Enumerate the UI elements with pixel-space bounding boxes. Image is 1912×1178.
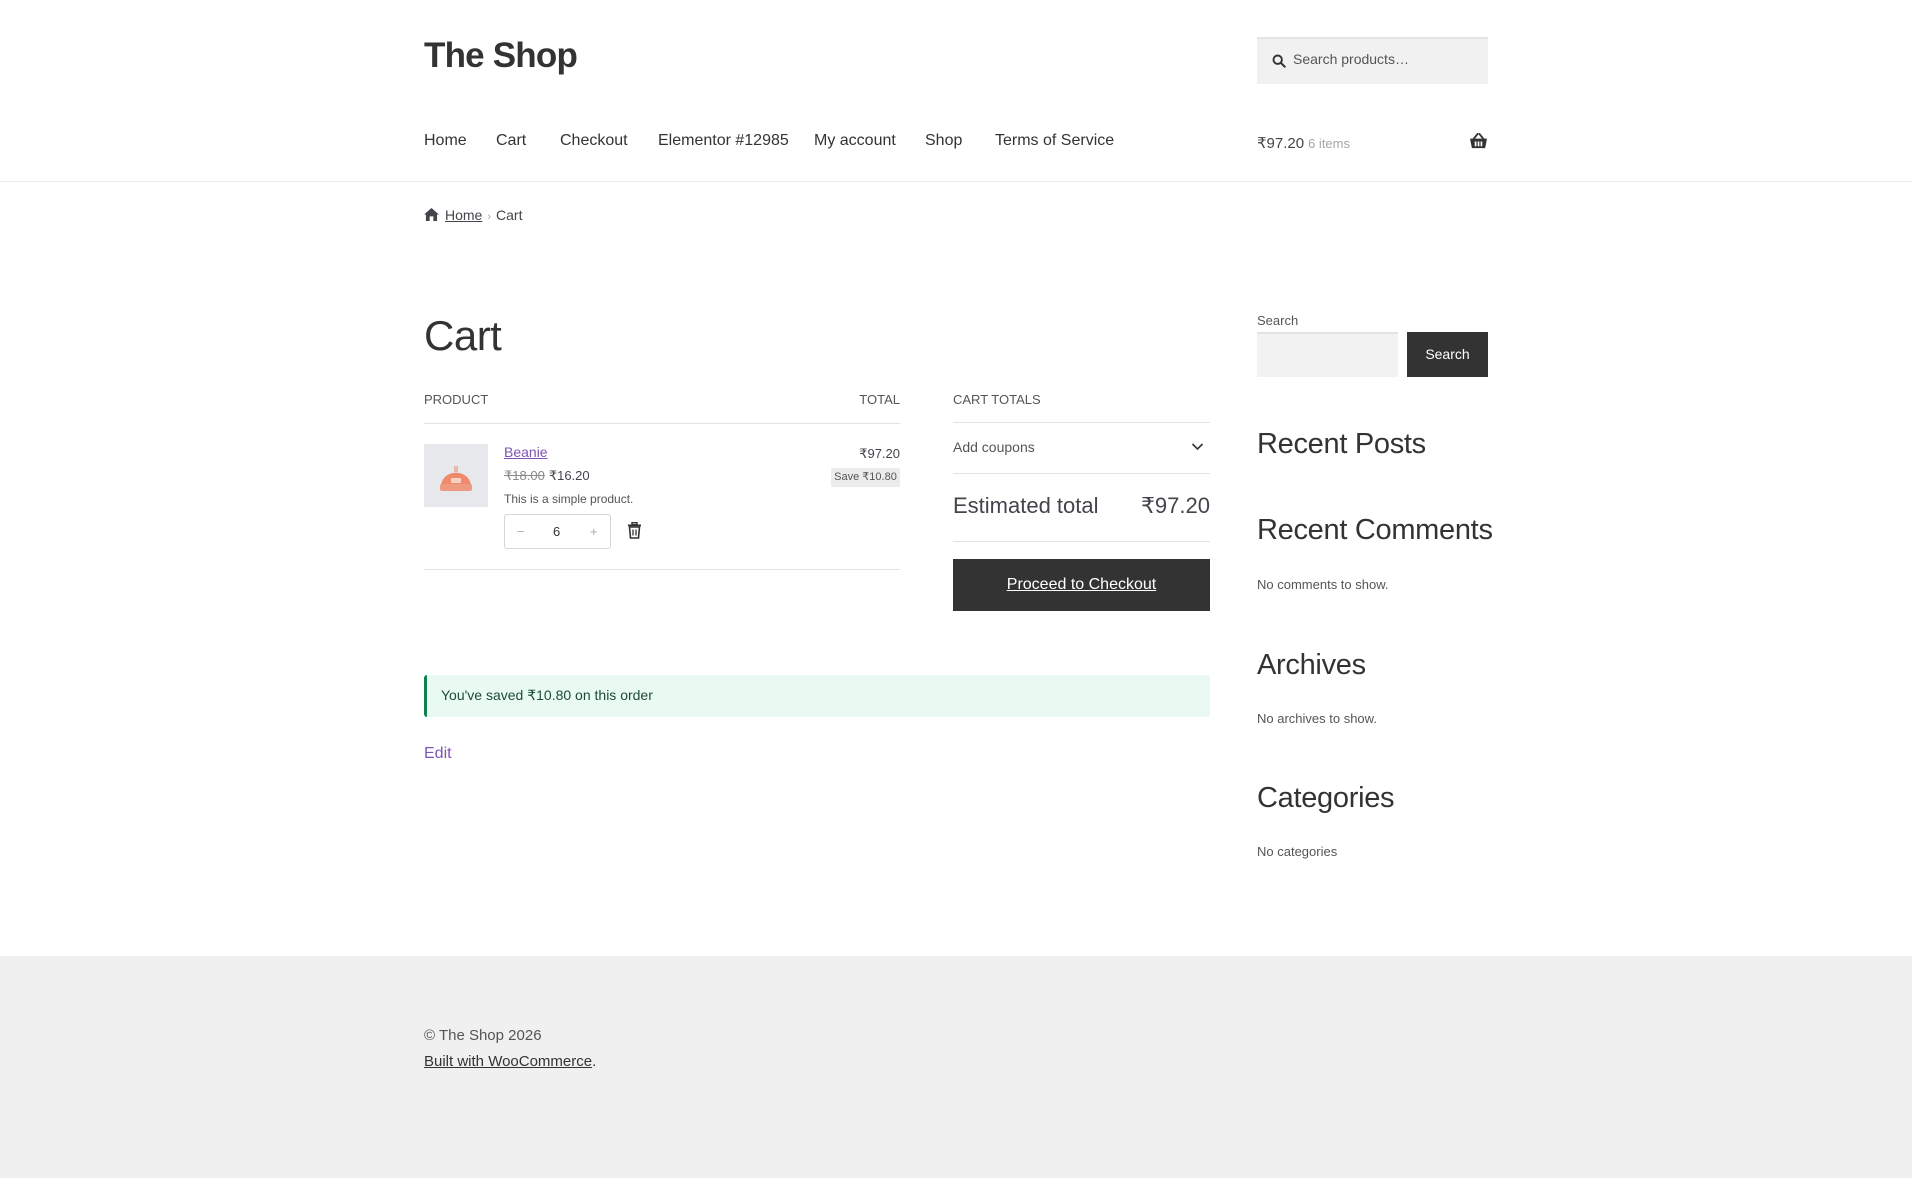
search-icon <box>1272 54 1286 68</box>
header-divider <box>0 181 1912 182</box>
search-placeholder: Search products… <box>1293 51 1409 67</box>
recent-comments-text: No comments to show. <box>1257 577 1389 592</box>
archives-text: No archives to show. <box>1257 711 1377 726</box>
product-search-input[interactable]: Search products… <box>1257 37 1488 84</box>
recent-comments-heading: Recent Comments <box>1257 514 1493 546</box>
breadcrumb-home[interactable]: Home <box>445 207 482 223</box>
sale-price: ₹16.20 <box>548 468 590 483</box>
copyright: © The Shop 2026 <box>424 1027 542 1044</box>
savings-notice: You've saved ₹10.80 on this order <box>424 675 1210 717</box>
archives-heading: Archives <box>1257 649 1366 681</box>
site-footer <box>0 956 1912 1178</box>
nav-home[interactable]: Home <box>424 132 467 150</box>
save-badge: Save ₹10.80 <box>831 468 900 487</box>
mini-cart[interactable]: ₹97.20 6 items <box>1257 134 1350 152</box>
estimated-total-value: ₹97.20 <box>1140 493 1210 518</box>
estimated-total-label: Estimated total <box>953 493 1099 518</box>
categories-text: No categories <box>1257 844 1338 859</box>
edit-link[interactable]: Edit <box>424 745 452 763</box>
proceed-to-checkout-button[interactable]: Proceed to Checkout <box>953 559 1210 611</box>
page-title: Cart <box>424 312 502 359</box>
nav-shop[interactable]: Shop <box>925 132 962 150</box>
built-with: Built with WooCommerce. <box>424 1053 596 1070</box>
col-total-header: TOTAL <box>859 392 900 407</box>
nav-elementor[interactable]: Elementor #12985 <box>658 132 789 150</box>
quantity-stepper: − 6 + <box>504 514 611 549</box>
product-price: ₹18.00 ₹16.20 <box>504 468 590 484</box>
product-description: This is a simple product. <box>504 492 634 506</box>
qty-input[interactable]: 6 <box>553 524 560 539</box>
regular-price: ₹18.00 <box>504 468 545 483</box>
nav-terms[interactable]: Terms of Service <box>995 132 1114 150</box>
cart-totals-heading: CART TOTALS <box>953 392 1041 407</box>
sidebar-search-button[interactable]: Search <box>1407 332 1488 377</box>
nav-cart[interactable]: Cart <box>496 132 526 150</box>
cart-item-divider <box>424 569 900 570</box>
totals-divider-top <box>953 422 1210 423</box>
cart-header-divider <box>424 423 900 424</box>
qty-decrease-button[interactable]: − <box>517 524 525 539</box>
nav-checkout[interactable]: Checkout <box>560 132 628 150</box>
home-icon <box>424 208 439 221</box>
recent-posts-heading: Recent Posts <box>1257 428 1426 460</box>
product-thumbnail[interactable] <box>424 444 488 507</box>
add-coupons-toggle[interactable]: Add coupons <box>953 439 1035 455</box>
breadcrumb-current: Cart <box>496 207 523 223</box>
sidebar-search-input[interactable] <box>1257 332 1398 377</box>
chevron-down-icon[interactable] <box>1191 442 1204 451</box>
nav-my-account[interactable]: My account <box>814 132 896 150</box>
sidebar-search-label: Search <box>1257 313 1299 328</box>
categories-heading: Categories <box>1257 782 1395 814</box>
mini-cart-amount: ₹97.20 <box>1257 135 1305 152</box>
beanie-image <box>440 466 472 491</box>
woocommerce-link[interactable]: Built with WooCommerce <box>424 1053 592 1070</box>
line-total: ₹97.20 <box>859 446 900 461</box>
breadcrumb: Home › Cart <box>424 207 522 223</box>
totals-divider-bottom <box>953 541 1210 542</box>
trash-icon[interactable] <box>627 522 642 539</box>
qty-increase-button[interactable]: + <box>590 524 598 539</box>
totals-divider-mid <box>953 473 1210 474</box>
built-suffix: . <box>592 1053 597 1070</box>
col-product-header: PRODUCT <box>424 392 489 407</box>
basket-icon[interactable] <box>1469 133 1488 150</box>
mini-cart-count: 6 items <box>1308 136 1350 151</box>
breadcrumb-separator-icon: › <box>487 211 492 223</box>
site-title[interactable]: The Shop <box>424 36 578 76</box>
product-name-link[interactable]: Beanie <box>504 444 548 460</box>
